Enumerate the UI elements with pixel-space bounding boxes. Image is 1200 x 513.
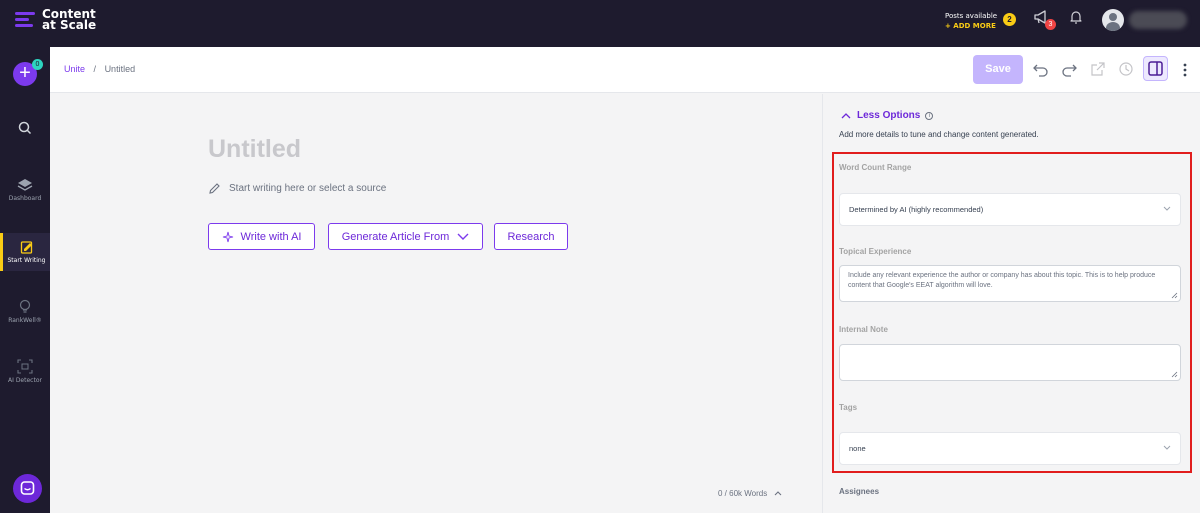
posts-available-label: Posts available xyxy=(945,12,998,20)
tags-select[interactable]: none xyxy=(839,432,1181,465)
research-label: Research xyxy=(507,230,555,243)
new-content-badge: 0 xyxy=(32,59,43,70)
chevron-down-icon xyxy=(1163,445,1171,450)
sidebar-item-rankwell[interactable]: RankWell® xyxy=(0,299,50,329)
posts-count-badge: 2 xyxy=(1003,13,1016,26)
document-body-placeholder: Start writing here or select a source xyxy=(229,183,387,194)
sidebar: + 0 Dashboard Start Writing RankWell® AI… xyxy=(0,47,50,513)
chat-icon xyxy=(20,481,35,495)
add-more-link[interactable]: + ADD MORE xyxy=(945,21,997,31)
sidebar-item-ai-detector[interactable]: AI Detector xyxy=(0,359,50,389)
brand-name: Content at Scale xyxy=(42,8,97,32)
top-bar: Content at Scale Posts available + ADD M… xyxy=(0,0,1200,47)
sidebar-item-dashboard[interactable]: Dashboard xyxy=(0,178,50,208)
chevron-up-icon xyxy=(841,113,851,119)
info-icon[interactable]: i xyxy=(925,111,934,120)
logo-icon xyxy=(15,10,35,30)
word-count[interactable]: 0 / 60k Words xyxy=(718,489,782,498)
topical-experience-placeholder: Include any relevant experience the auth… xyxy=(848,272,1156,289)
tags-label: Tags xyxy=(839,403,858,412)
chevron-down-icon xyxy=(457,233,469,240)
internal-note-input[interactable] xyxy=(839,344,1181,381)
internal-note-label: Internal Note xyxy=(839,325,888,334)
notifications-badge: 3 xyxy=(1045,19,1056,30)
assignees-label: Assignees xyxy=(839,487,880,496)
layers-icon xyxy=(17,179,33,191)
posts-available: Posts available + ADD MORE xyxy=(945,11,997,31)
write-with-ai-button[interactable]: Write with AI xyxy=(208,223,315,250)
word-count-range-value: Determined by AI (highly recommended) xyxy=(849,205,984,214)
breadcrumb: Unite / Untitled xyxy=(64,64,135,74)
scan-icon xyxy=(17,359,33,374)
sidebar-item-label: Dashboard xyxy=(8,195,42,202)
word-count-range-select[interactable]: Determined by AI (highly recommended) xyxy=(839,193,1181,226)
tags-value: none xyxy=(849,444,866,453)
sparkle-icon xyxy=(222,231,233,242)
edit-icon xyxy=(20,241,32,254)
research-button[interactable]: Research xyxy=(494,223,568,250)
chevron-down-icon xyxy=(1163,206,1171,211)
sidebar-panel-icon xyxy=(1148,61,1163,76)
options-description: Add more details to tune and change cont… xyxy=(839,130,1039,139)
resize-handle-icon[interactable] xyxy=(1171,371,1178,378)
bell-icon[interactable] xyxy=(1068,9,1084,25)
chevron-up-icon xyxy=(775,491,782,496)
side-panel-toggle[interactable] xyxy=(1143,56,1168,81)
resize-handle-icon[interactable] xyxy=(1171,292,1178,299)
topical-experience-label: Topical Experience xyxy=(839,247,912,256)
undo-icon[interactable] xyxy=(1032,60,1050,78)
generate-article-from-label: Generate Article From xyxy=(341,230,450,243)
less-options-toggle[interactable]: Less Options i xyxy=(841,110,934,121)
editor-area: Untitled Start writing here or select a … xyxy=(50,94,822,513)
word-count-range-label: Word Count Range xyxy=(839,163,912,172)
redo-icon[interactable] xyxy=(1060,60,1078,78)
generate-article-from-button[interactable]: Generate Article From xyxy=(328,223,483,250)
lightbulb-icon xyxy=(19,299,31,313)
document-title-input[interactable]: Untitled xyxy=(208,135,301,164)
breadcrumb-current: Untitled xyxy=(104,64,136,74)
breadcrumb-parent[interactable]: Unite xyxy=(64,64,85,74)
sidebar-item-search[interactable] xyxy=(0,121,50,145)
sidebar-item-start-writing[interactable]: Start Writing xyxy=(0,233,50,271)
document-body-input[interactable]: Start writing here or select a source xyxy=(208,182,386,195)
word-count-value: 0 / 60k Words xyxy=(718,489,768,498)
sidebar-item-label: RankWell® xyxy=(8,317,42,324)
less-options-label: Less Options xyxy=(857,110,921,121)
avatar[interactable] xyxy=(1102,9,1124,31)
brand-line-2: at Scale xyxy=(42,18,97,32)
history-icon[interactable] xyxy=(1117,60,1135,78)
options-panel: Less Options i Add more details to tune … xyxy=(822,94,1200,513)
user-name-blurred[interactable] xyxy=(1129,11,1187,29)
breadcrumb-separator: / xyxy=(93,64,97,74)
brand-logo[interactable]: Content at Scale xyxy=(15,8,97,32)
sidebar-item-label: AI Detector xyxy=(8,377,42,384)
write-with-ai-label: Write with AI xyxy=(240,230,302,243)
more-options-icon[interactable] xyxy=(1180,61,1190,79)
editor-header: Unite / Untitled Save xyxy=(50,47,1200,93)
sidebar-item-label: Start Writing xyxy=(7,257,46,264)
pencil-icon xyxy=(209,183,220,194)
topical-experience-input[interactable]: Include any relevant experience the auth… xyxy=(839,265,1181,302)
external-link-icon[interactable] xyxy=(1089,60,1107,78)
save-button[interactable]: Save xyxy=(973,55,1023,84)
search-icon xyxy=(18,121,32,135)
chat-support-button[interactable] xyxy=(13,474,42,503)
